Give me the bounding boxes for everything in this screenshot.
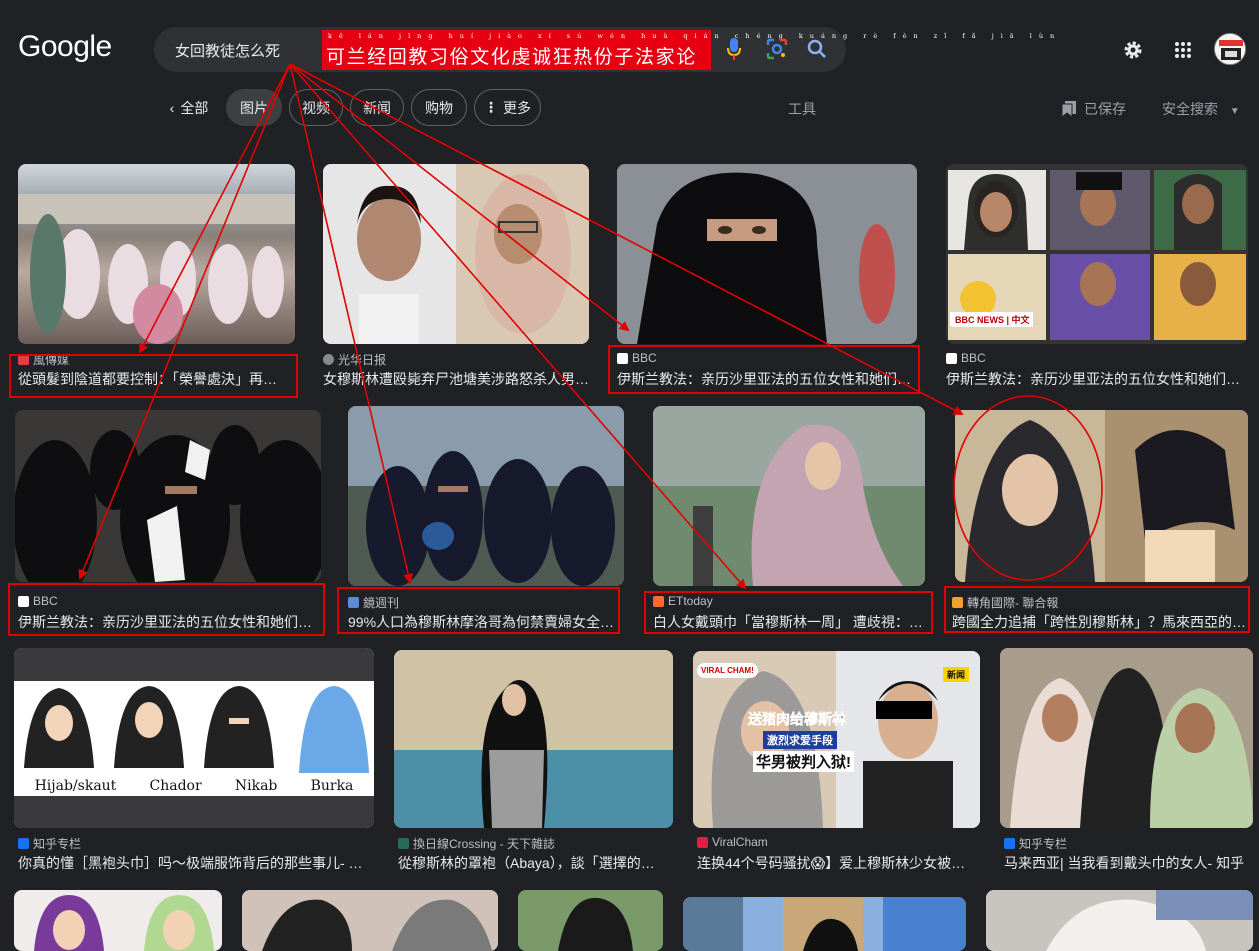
account-avatar[interactable] xyxy=(1214,33,1246,65)
tab-more[interactable]: ⋮ 更多 xyxy=(474,89,541,126)
google-logo[interactable]: Google xyxy=(18,30,112,64)
result-image[interactable] xyxy=(18,164,295,344)
favicon-icon xyxy=(697,836,708,848)
result-source: 換日線Crossing - 天下雜誌 xyxy=(398,835,555,852)
result-image[interactable]: Hijab/skaut Chador Nikab Burka xyxy=(14,648,374,828)
favicon-icon xyxy=(398,838,409,849)
tab-news[interactable]: 新闻 xyxy=(350,89,404,126)
dropdown-arrow-icon: ▼ xyxy=(1229,106,1240,117)
result-source: ViralCham xyxy=(697,835,768,849)
more-vert-icon: ⋮ xyxy=(484,99,498,115)
search-input[interactable]: 女回教徒怎么死 xyxy=(175,40,280,61)
image-overlay-text: VIRAL CHAM! xyxy=(697,663,758,678)
result-source: 知乎专栏 xyxy=(1004,835,1067,852)
annotation-banner: kě lán jīng huí jiào xí sú wén huà qián … xyxy=(322,30,1054,70)
annotation-box xyxy=(944,586,1250,633)
result-image[interactable] xyxy=(394,650,673,828)
result-source: 知乎专栏 xyxy=(18,835,81,852)
result-image[interactable]: BBC NEWS | 中文 xyxy=(946,164,1248,344)
result-caption[interactable]: 你真的懂［黑袍头巾］吗〜极端服饰背后的那些事儿- … xyxy=(18,853,373,873)
tab-all[interactable]: ‹ 全部 xyxy=(160,89,218,126)
result-source: 光华日报 xyxy=(323,351,386,368)
search-icon[interactable] xyxy=(805,37,829,61)
result-image[interactable]: VIRAL CHAM! 新闻 送猪肉给穆斯林 激烈求爱手段 华男被判入狱! xyxy=(693,651,980,828)
annotation-box xyxy=(644,591,933,634)
tab-images[interactable]: 图片 xyxy=(226,89,282,126)
microphone-icon[interactable] xyxy=(722,37,746,61)
annotation-box xyxy=(337,587,620,634)
lens-camera-icon[interactable] xyxy=(765,37,789,61)
image-labels: Hijab/skaut Chador Nikab Burka xyxy=(34,778,354,794)
banner-text: 可兰经回教习俗文化虔诚狂热份子法家论 xyxy=(326,46,697,68)
image-overlay-text: 激烈求爱手段 xyxy=(763,731,837,749)
result-image[interactable] xyxy=(348,406,624,586)
tab-all-label: 全部 xyxy=(180,99,209,116)
result-image[interactable] xyxy=(14,890,222,951)
result-image[interactable] xyxy=(617,164,917,344)
tools-button[interactable]: 工具 xyxy=(788,99,816,119)
favicon-icon xyxy=(946,352,957,364)
result-caption[interactable]: 连换44个号码骚扰😱】爱上穆斯林少女被… xyxy=(697,853,977,873)
settings-gear-icon[interactable] xyxy=(1121,38,1145,62)
result-image[interactable] xyxy=(15,410,321,582)
result-image[interactable] xyxy=(323,164,589,344)
favicon-icon xyxy=(323,354,334,365)
tab-video[interactable]: 视频 xyxy=(289,89,343,126)
favicon-icon xyxy=(1004,838,1015,849)
safesearch-button[interactable]: 安全搜索 ▼ xyxy=(1162,99,1240,119)
result-image[interactable] xyxy=(653,406,925,586)
result-image[interactable] xyxy=(242,890,498,951)
banner-pinyin: kě lán jīng huí jiào xí sú wén huà qián … xyxy=(328,32,1062,40)
result-image[interactable] xyxy=(1000,648,1253,828)
result-image[interactable] xyxy=(986,890,1253,951)
result-image[interactable] xyxy=(683,897,966,951)
result-caption[interactable]: 從穆斯林的罩袍（Abaya），談「選擇的… xyxy=(398,853,670,873)
apps-grid-icon[interactable] xyxy=(1171,38,1195,62)
result-caption[interactable]: 女穆斯林遭殴毙弃尸池塘美涉路怒杀人男… xyxy=(323,369,589,389)
safesearch-label: 安全搜索 xyxy=(1162,101,1218,117)
chevron-left-icon: ‹ xyxy=(169,99,175,116)
annotation-box xyxy=(8,583,325,636)
result-image[interactable] xyxy=(518,890,663,951)
favicon-icon xyxy=(18,838,29,849)
saved-button[interactable]: 已保存 xyxy=(1062,99,1126,119)
image-overlay-text: 华男被判入狱! xyxy=(753,751,854,772)
result-caption[interactable]: 伊斯兰教法：亲历沙里亚法的五位女性和她们… xyxy=(946,369,1244,389)
result-caption[interactable]: 马来西亚| 当我看到戴头巾的女人- 知乎 xyxy=(1004,853,1254,873)
bookmark-icon xyxy=(1062,101,1076,117)
saved-label: 已保存 xyxy=(1084,101,1126,117)
result-image[interactable] xyxy=(955,410,1248,582)
tab-more-label: 更多 xyxy=(503,99,531,116)
annotation-box xyxy=(608,345,920,394)
tab-shopping[interactable]: 购物 xyxy=(411,89,467,126)
annotation-box xyxy=(9,354,298,398)
result-source: BBC xyxy=(946,351,986,365)
image-overlay-text: BBC NEWS | 中文 xyxy=(952,312,1033,327)
image-overlay-text: 送猪肉给穆斯林 xyxy=(748,711,847,728)
image-overlay-text: 新闻 xyxy=(943,667,970,682)
